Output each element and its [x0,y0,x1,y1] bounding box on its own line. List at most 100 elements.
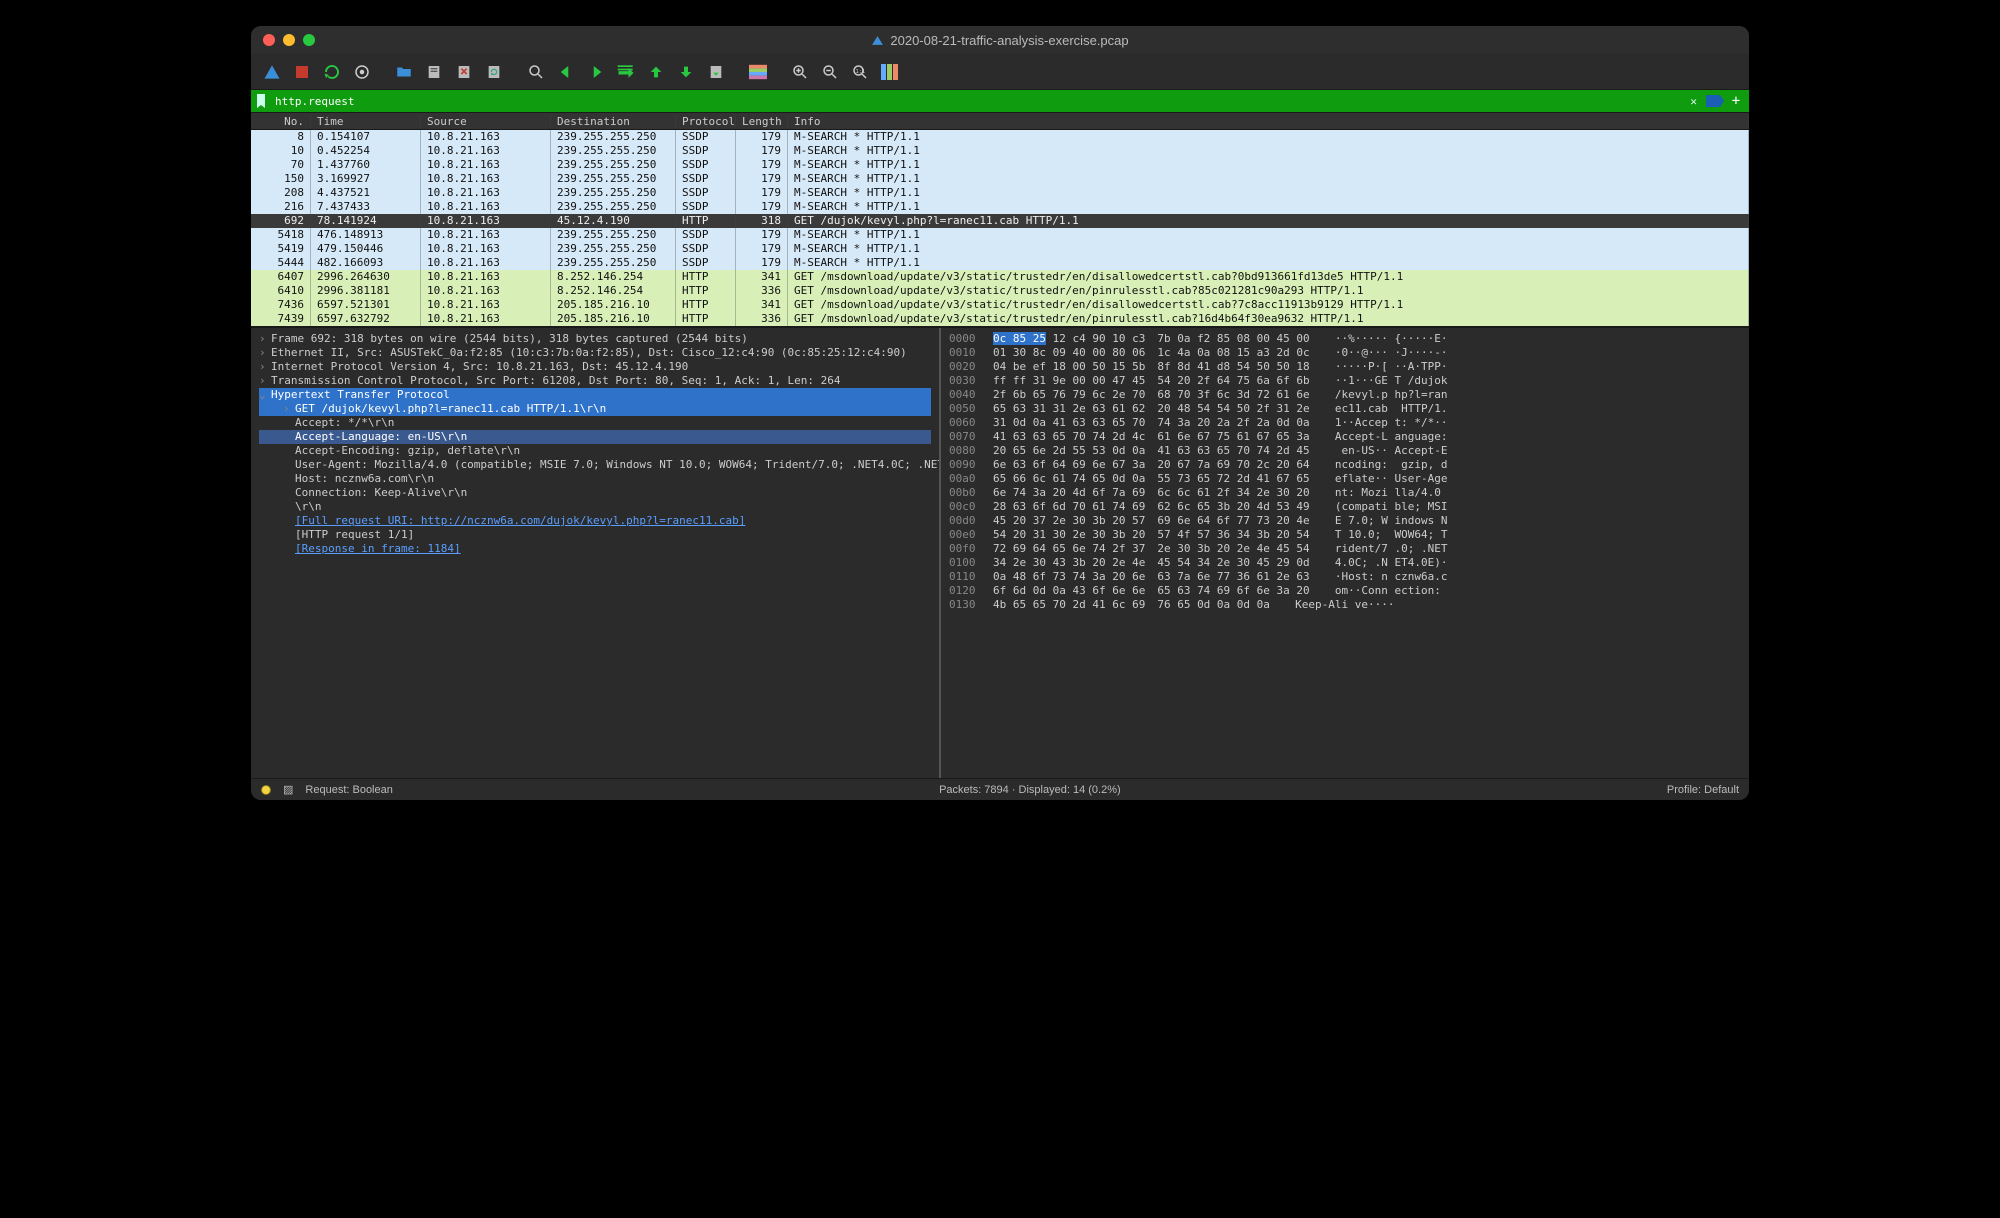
tree-http[interactable]: ⌄Hypertext Transfer Protocol [259,388,931,402]
tree-ip[interactable]: ›Internet Protocol Version 4, Src: 10.8.… [259,360,931,374]
display-filter-input[interactable] [275,95,1684,108]
display-filter-bar: ✕ + [251,90,1749,112]
tree-tcp[interactable]: ›Transmission Control Protocol, Src Port… [259,374,931,388]
hex-row[interactable]: 0030ff ff 31 9e 00 00 47 4554 20 2f 64 7… [949,374,1448,388]
expert-info-icon[interactable] [261,785,271,795]
go-back-icon[interactable] [553,59,579,85]
col-header-source[interactable]: Source [421,115,551,128]
stop-capture-icon[interactable] [289,59,315,85]
packet-row[interactable]: 2084.43752110.8.21.163239.255.255.250SSD… [251,186,1749,200]
hex-row[interactable]: 005065 63 31 31 2e 63 61 6220 48 54 54 5… [949,402,1448,416]
zoom-reset-icon[interactable]: 1:1 [847,59,873,85]
packet-row[interactable]: 5444482.16609310.8.21.163239.255.255.250… [251,256,1749,270]
col-header-no[interactable]: No. [251,115,311,128]
tree-frame[interactable]: ›Frame 692: 318 bytes on wire (2544 bits… [259,332,931,346]
maximize-window-button[interactable] [303,34,315,46]
hex-row[interactable]: 010034 2e 30 43 3b 20 2e 4e45 54 34 2e 3… [949,556,1448,570]
hex-row[interactable]: 001001 30 8c 09 40 00 80 061c 4a 0a 08 1… [949,346,1448,360]
auto-scroll-icon[interactable] [703,59,729,85]
go-last-icon[interactable] [673,59,699,85]
packet-row[interactable]: 69278.14192410.8.21.16345.12.4.190HTTP31… [251,214,1749,228]
hex-row[interactable]: 00000c 85 25 12 c4 90 10 c37b 0a f2 85 0… [949,332,1448,346]
packet-row[interactable]: 64072996.26463010.8.21.1638.252.146.254H… [251,270,1749,284]
packet-row[interactable]: 64102996.38118110.8.21.1638.252.146.254H… [251,284,1749,298]
tree-http-request-num[interactable]: [HTTP request 1/1] [259,528,931,542]
packet-row[interactable]: 5419479.15044610.8.21.163239.255.255.250… [251,242,1749,256]
packet-row[interactable]: 74366597.52130110.8.21.163205.185.216.10… [251,298,1749,312]
hex-row[interactable]: 008020 65 6e 2d 55 53 0d 0a41 63 63 65 7… [949,444,1448,458]
resize-columns-icon[interactable] [877,59,903,85]
packet-row[interactable]: 80.15410710.8.21.163239.255.255.250SSDP1… [251,130,1749,144]
chevron-right-icon[interactable]: › [259,374,271,388]
hex-row[interactable]: 00d045 20 37 2e 30 3b 20 5769 6e 64 6f 7… [949,514,1448,528]
packet-bytes-pane[interactable]: 00000c 85 25 12 c4 90 10 c37b 0a f2 85 0… [941,328,1749,778]
bookmark-icon[interactable] [255,94,271,108]
tree-http-accept-encoding[interactable]: Accept-Encoding: gzip, deflate\r\n [259,444,931,458]
restart-capture-icon[interactable] [319,59,345,85]
reload-icon[interactable] [481,59,507,85]
zoom-out-icon[interactable] [817,59,843,85]
hex-row[interactable]: 01206f 6d 0d 0a 43 6f 6e 6e65 63 74 69 6… [949,584,1448,598]
add-filter-button-icon[interactable]: + [1727,93,1745,109]
chevron-right-icon[interactable]: › [259,346,271,360]
packet-list-body[interactable]: 80.15410710.8.21.163239.255.255.250SSDP1… [251,130,1749,326]
hex-row[interactable]: 00906e 63 6f 64 69 6e 67 3a20 67 7a 69 7… [949,458,1448,472]
chevron-right-icon[interactable]: › [259,360,271,374]
go-first-icon[interactable] [643,59,669,85]
hex-row[interactable]: 00e054 20 31 30 2e 30 3b 2057 4f 57 36 3… [949,528,1448,542]
tree-http-connection[interactable]: Connection: Keep-Alive\r\n [259,486,931,500]
packet-row[interactable]: 74396597.63279210.8.21.163205.185.216.10… [251,312,1749,326]
chevron-right-icon[interactable]: › [283,402,295,416]
packet-row[interactable]: 5418476.14891310.8.21.163239.255.255.250… [251,228,1749,242]
hex-row[interactable]: 00f072 69 64 65 6e 74 2f 372e 30 3b 20 2… [949,542,1448,556]
edit-preferences-icon[interactable]: ▨ [283,783,293,796]
hex-row[interactable]: 007041 63 63 65 70 74 2d 4c61 6e 67 75 6… [949,430,1448,444]
tree-eth[interactable]: ›Ethernet II, Src: ASUSTekC_0a:f2:85 (10… [259,346,931,360]
chevron-right-icon[interactable]: › [259,332,271,346]
packet-row[interactable]: 1503.16992710.8.21.163239.255.255.250SSD… [251,172,1749,186]
hex-row[interactable]: 002004 be ef 18 00 50 15 5b8f 8d 41 d8 5… [949,360,1448,374]
col-header-time[interactable]: Time [311,115,421,128]
status-profile[interactable]: Profile: Default [1667,784,1739,796]
status-hint: Request: Boolean [305,784,392,796]
hex-row[interactable]: 01100a 48 6f 73 74 3a 20 6e63 7a 6e 77 3… [949,570,1448,584]
tree-http-host[interactable]: Host: ncznw6a.com\r\n [259,472,931,486]
packet-list-header: No. Time Source Destination Protocol Len… [251,112,1749,130]
close-file-icon[interactable] [451,59,477,85]
hex-row[interactable]: 00b06e 74 3a 20 4d 6f 7a 696c 6c 61 2f 3… [949,486,1448,500]
col-header-info[interactable]: Info [788,115,1749,128]
hex-row[interactable]: 00c028 63 6f 6d 70 61 74 6962 6c 65 3b 2… [949,500,1448,514]
tree-http-user-agent[interactable]: User-Agent: Mozilla/4.0 (compatible; MSI… [259,458,931,472]
save-file-icon[interactable] [421,59,447,85]
packet-details-pane[interactable]: ›Frame 692: 318 bytes on wire (2544 bits… [251,328,941,778]
open-file-icon[interactable] [391,59,417,85]
tree-http-get[interactable]: ›GET /dujok/kevyl.php?l=ranec11.cab HTTP… [259,402,931,416]
tree-http-response-frame[interactable]: [Response in frame: 1184] [259,542,931,556]
hex-row[interactable]: 006031 0d 0a 41 63 63 65 7074 3a 20 2a 2… [949,416,1448,430]
col-header-length[interactable]: Length [736,115,788,128]
go-forward-icon[interactable] [583,59,609,85]
shark-fin-icon[interactable] [259,59,285,85]
col-header-protocol[interactable]: Protocol [676,115,736,128]
go-to-packet-icon[interactable] [613,59,639,85]
options-icon[interactable] [349,59,375,85]
hex-row[interactable]: 00a065 66 6c 61 74 65 0d 0a55 73 65 72 2… [949,472,1448,486]
minimize-window-button[interactable] [283,34,295,46]
col-header-destination[interactable]: Destination [551,115,676,128]
zoom-in-icon[interactable] [787,59,813,85]
apply-filter-icon[interactable] [1703,95,1727,107]
tree-http-full-uri[interactable]: [Full request URI: http://ncznw6a.com/du… [259,514,931,528]
chevron-down-icon[interactable]: ⌄ [259,388,271,402]
tree-http-accept-language[interactable]: Accept-Language: en-US\r\n [259,430,931,444]
close-window-button[interactable] [263,34,275,46]
packet-row[interactable]: 2167.43743310.8.21.163239.255.255.250SSD… [251,200,1749,214]
clear-filter-icon[interactable]: ✕ [1684,95,1703,108]
packet-row[interactable]: 701.43776010.8.21.163239.255.255.250SSDP… [251,158,1749,172]
packet-row[interactable]: 100.45225410.8.21.163239.255.255.250SSDP… [251,144,1749,158]
tree-http-accept[interactable]: Accept: */*\r\n [259,416,931,430]
hex-row[interactable]: 00402f 6b 65 76 79 6c 2e 7068 70 3f 6c 3… [949,388,1448,402]
colorize-icon[interactable] [745,59,771,85]
tree-http-crlf[interactable]: \r\n [259,500,931,514]
hex-row[interactable]: 01304b 65 65 70 2d 41 6c 6976 65 0d 0a 0… [949,598,1448,612]
find-icon[interactable] [523,59,549,85]
